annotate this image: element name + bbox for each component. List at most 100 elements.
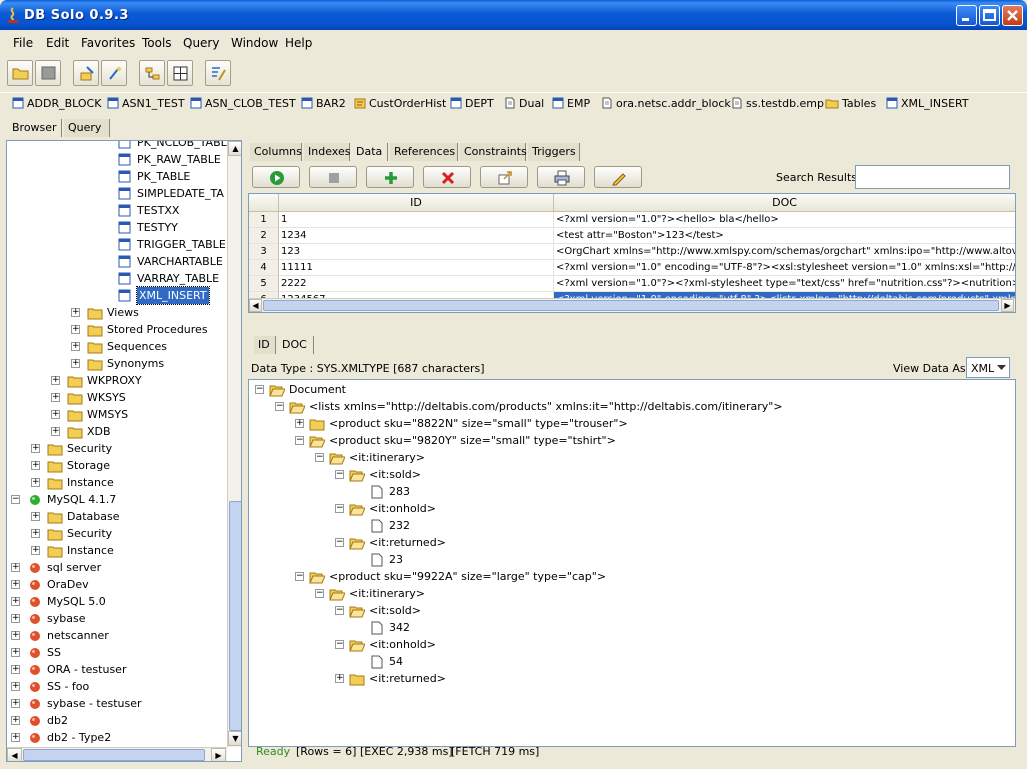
shortcut-tables[interactable]: Tables [825, 97, 876, 110]
expand-icon[interactable]: + [31, 461, 40, 470]
shortcut-ss-testdb[interactable]: ss.testdb.emp [731, 97, 824, 110]
doc-cell[interactable]: <OrgChart xmlns="http://www.xmlspy.com/s… [554, 244, 1015, 260]
shortcut-dept[interactable]: DEPT [450, 97, 494, 110]
expand-icon[interactable]: + [31, 546, 40, 555]
disconnect-button[interactable] [101, 60, 127, 86]
scroll-down-button[interactable]: ▼ [228, 731, 241, 746]
collapse-icon[interactable]: − [335, 504, 344, 513]
xml-node[interactable]: 342 [249, 619, 1009, 636]
tree-item[interactable]: PK_RAW_TABLE [7, 151, 227, 168]
expand-icon[interactable]: + [11, 580, 20, 589]
menu-file[interactable]: File [13, 36, 33, 50]
id-cell[interactable]: 2222 [279, 276, 554, 292]
open-button[interactable] [7, 60, 33, 86]
run-button[interactable] [252, 166, 300, 188]
title-bar[interactable]: DB Solo 0.9.3 [0, 0, 1027, 30]
shortcut-emp[interactable]: EMP [552, 97, 590, 110]
collapse-icon[interactable]: − [335, 606, 344, 615]
tree-item[interactable]: + sybase - testuser [7, 695, 227, 712]
tab-references[interactable]: References [390, 143, 458, 161]
connect-button[interactable] [73, 60, 99, 86]
shortcut-ora-netsc[interactable]: ora.netsc.addr_block [601, 97, 731, 110]
tree-item[interactable]: + Database [7, 508, 227, 525]
tree-item[interactable]: + db2 [7, 712, 227, 729]
object-browser-tree[interactable]: PK_NCLOB_TABLE PK_RAW_TABLE PK_TABLE SIMPLE… [6, 140, 242, 762]
row-number-cell[interactable]: 4 [249, 260, 279, 276]
h-scroll-thumb[interactable] [23, 749, 205, 761]
shortcut-dual[interactable]: Dual [504, 97, 544, 110]
collapse-icon[interactable]: − [335, 538, 344, 547]
stop-query-button[interactable] [309, 166, 357, 188]
expand-icon[interactable]: + [11, 631, 20, 640]
expand-icon[interactable]: + [51, 376, 60, 385]
tree-item[interactable]: − MySQL 4.1.7 [7, 491, 227, 508]
edit-button[interactable] [594, 166, 642, 188]
xml-node[interactable]: − <it:onhold> [249, 636, 1009, 653]
xml-node[interactable]: − Document [249, 381, 1009, 398]
collapse-icon[interactable]: − [295, 436, 304, 445]
tab-constraints[interactable]: Constraints [460, 143, 527, 161]
tab-query[interactable]: Query [64, 119, 110, 137]
expand-icon[interactable]: + [71, 325, 80, 334]
xml-node[interactable]: − <lists xmlns="http://deltabis.com/produ… [249, 398, 1009, 415]
tree-item[interactable]: + sybase [7, 610, 227, 627]
collapse-icon[interactable]: − [315, 453, 324, 462]
doc-cell[interactable]: <?xml version="1.0"?><?xml-stylesheet ty… [554, 276, 1015, 292]
expand-icon[interactable]: + [51, 427, 60, 436]
expand-icon[interactable]: + [31, 529, 40, 538]
id-cell[interactable]: 123 [279, 244, 554, 260]
collapse-icon[interactable]: − [255, 385, 264, 394]
xml-tree-view[interactable]: − Document − <lists xmlns="http://deltabis.… [248, 379, 1016, 747]
expand-icon[interactable]: + [295, 419, 304, 428]
scroll-left-button[interactable]: ◀ [7, 748, 22, 761]
tree-item[interactable]: + SS [7, 644, 227, 661]
tree-item[interactable]: + sql server [7, 559, 227, 576]
expand-icon[interactable]: + [31, 478, 40, 487]
expand-icon[interactable]: + [11, 682, 20, 691]
tab-data[interactable]: Data [352, 143, 388, 161]
tree-item[interactable]: + WKPROXY [7, 372, 227, 389]
collapse-icon[interactable]: − [295, 572, 304, 581]
collapse-icon[interactable]: − [275, 402, 284, 411]
expand-icon[interactable]: + [11, 733, 20, 742]
xml-node[interactable]: 232 [249, 517, 1009, 534]
tree-item[interactable]: TRIGGER_TABLE [7, 236, 227, 253]
tree-item[interactable]: + WMSYS [7, 406, 227, 423]
xml-node[interactable]: − <it:sold> [249, 466, 1009, 483]
expand-icon[interactable]: + [11, 716, 20, 725]
shortcut-asn1-test[interactable]: ASN1_TEST [107, 97, 185, 110]
xml-node[interactable]: − <it:returned> [249, 534, 1009, 551]
grid-scroll-right-button[interactable]: ▶ [1001, 299, 1014, 312]
tree-item[interactable]: SIMPLEDATE_TA [7, 185, 227, 202]
close-button[interactable] [1002, 5, 1023, 26]
row-number-cell[interactable]: 2 [249, 228, 279, 244]
expand-icon[interactable]: + [31, 444, 40, 453]
collapse-icon[interactable]: − [335, 470, 344, 479]
grid-scroll-left-button[interactable]: ◀ [249, 299, 262, 312]
expand-icon[interactable]: + [71, 308, 80, 317]
print-button[interactable] [537, 166, 585, 188]
tree-item[interactable]: + Storage [7, 457, 227, 474]
expand-icon[interactable]: + [11, 648, 20, 657]
grid-scroll-thumb[interactable] [263, 300, 999, 311]
tree-item[interactable]: PK_TABLE [7, 168, 227, 185]
id-cell[interactable]: 1234 [279, 228, 554, 244]
grid-horizontal-scrollbar[interactable]: ◀ ▶ [249, 298, 1015, 312]
tree-item[interactable]: TESTYY [7, 219, 227, 236]
tree-item[interactable]: + Synonyms [7, 355, 227, 372]
xml-node[interactable]: − <it:itinerary> [249, 585, 1009, 602]
id-cell[interactable]: 11111 [279, 260, 554, 276]
tree-item[interactable]: + ORA - testuser [7, 661, 227, 678]
menu-favorites[interactable]: Favorites [81, 36, 135, 50]
tree-item[interactable]: + OraDev [7, 576, 227, 593]
collapse-icon[interactable]: − [315, 589, 324, 598]
expand-icon[interactable]: + [11, 665, 20, 674]
xml-node[interactable]: + <product sku="8822N" size="small" type=… [249, 415, 1009, 432]
xml-node[interactable]: − <product sku="9820Y" size="small" type=… [249, 432, 1009, 449]
view-data-as-select[interactable]: XML [966, 357, 1010, 378]
expand-icon[interactable]: + [31, 512, 40, 521]
expand-icon[interactable]: + [51, 393, 60, 402]
xml-node[interactable]: − <it:onhold> [249, 500, 1009, 517]
shortcut-bar2[interactable]: BAR2 [301, 97, 346, 110]
tree-item[interactable]: VARRAY_TABLE [7, 270, 227, 287]
